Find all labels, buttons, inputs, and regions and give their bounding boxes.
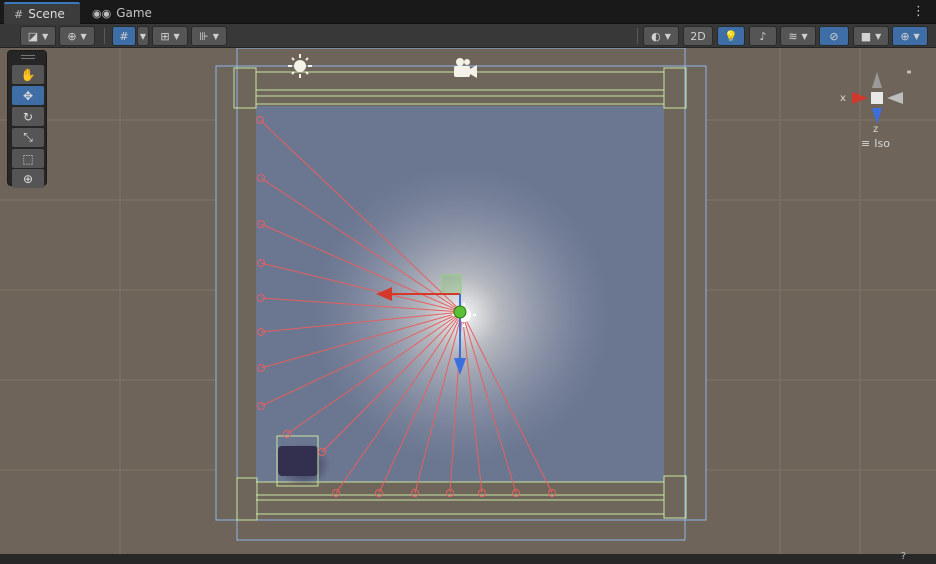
lighting-toggle-button[interactable]: 💡 (717, 26, 745, 46)
camera-icon: ■ (860, 29, 872, 43)
effects-button[interactable]: ≋ ▼ (780, 26, 816, 46)
tab-scene[interactable]: # Scene (4, 2, 80, 24)
scale-icon: ⤡ (23, 130, 33, 144)
gizmo-x-cone[interactable] (852, 92, 868, 104)
unity-scene-window: # Scene ◉◉ Game ⋮ ◪▼ ⊕▼ # ▼ ⊞▼ ⊪▼ ◐ (0, 0, 936, 564)
chevron-down-icon: ▼ (664, 31, 671, 41)
eye-slash-icon: ⊘ (829, 29, 839, 43)
effects-layers-icon: ≋ (788, 29, 798, 43)
chevron-down-icon: ▼ (173, 31, 180, 41)
rect-tool-button[interactable]: ⬚ (12, 149, 44, 168)
chevron-down-icon: ▼ (139, 31, 147, 41)
camera-settings-button[interactable]: ■ ▼ (853, 26, 889, 46)
dark-object[interactable] (278, 446, 318, 476)
orientation-gizmo[interactable]: x z (838, 68, 918, 148)
gizmo-z-cone[interactable] (872, 108, 882, 124)
camera-object-icon[interactable] (454, 58, 477, 78)
grid-snap-button[interactable]: # (112, 26, 136, 46)
increment-snap-button[interactable]: ⊪ ▼ (191, 26, 227, 46)
draw-mode-icon: ◪ (27, 29, 39, 43)
more-options-icon[interactable]: ⋮ (912, 4, 925, 19)
rect-icon: ⬚ (22, 151, 34, 166)
chevron-down-icon: ▼ (212, 31, 219, 41)
gizmos-sphere-icon: ⊕ (900, 29, 910, 43)
grid-icon: # (14, 7, 24, 21)
chevron-down-icon: ▼ (801, 31, 808, 41)
transform-tool-button[interactable]: ⊕ (12, 169, 44, 188)
grid-snap-icon: # (119, 29, 129, 43)
audio-toggle-button[interactable]: ♪ (749, 26, 777, 46)
chevron-down-icon: ▼ (80, 31, 87, 41)
move-plane-handle[interactable] (441, 274, 462, 295)
chevron-down-icon: ▼ (42, 31, 49, 41)
chevron-down-icon: ▼ (875, 31, 882, 41)
scene-canvas[interactable] (0, 48, 936, 554)
tab-bar: # Scene ◉◉ Game ⋮ (0, 0, 936, 24)
palette-grip-icon[interactable] (21, 55, 35, 59)
tab-scene-label: Scene (28, 7, 65, 21)
move-tool-button[interactable]: ✥ (12, 86, 44, 105)
rotate-icon: ↻ (22, 109, 34, 124)
grid-visibility-icon: ⊞ (160, 29, 170, 43)
audio-mute-icon: ♪ (759, 29, 767, 43)
gizmo-center-cube[interactable] (871, 92, 883, 104)
gizmo-neg-x-cone[interactable] (887, 92, 903, 104)
scene-toolbar: ◪ ▼ ⊕ ▼ # ▼ ⊞ ▼ ⊪ ▼ ◐ ▼ 2D 💡 ♪ ≋ ▼ ⊘ ■ ▼… (0, 24, 936, 48)
hamburger-icon: ≡ (861, 137, 871, 150)
shading-mode-button[interactable]: ◐ ▼ (643, 26, 679, 46)
toolbar-separator (637, 28, 638, 44)
status-icon: ? (900, 551, 906, 562)
tab-game-label: Game (116, 6, 152, 20)
increment-snap-icon: ⊪ (199, 29, 209, 43)
toolbar-separator (104, 28, 105, 44)
grid-visibility-button[interactable]: ⊞ ▼ (152, 26, 188, 46)
global-local-button[interactable]: ⊕ ▼ (59, 26, 95, 46)
tool-palette: ✋ ✥ ↻ ⤡ ⬚ ⊕ (7, 50, 47, 188)
hand-tool-button[interactable]: ✋ (12, 65, 44, 84)
status-bar: ? (0, 551, 936, 564)
shading-sphere-icon: ◐ (651, 29, 661, 43)
tab-game[interactable]: ◉◉ Game (82, 2, 152, 24)
move-center-handle[interactable] (453, 305, 467, 319)
draw-mode-button[interactable]: ◪ ▼ (20, 26, 56, 46)
gizmo-x-label: x (840, 93, 846, 104)
lightbulb-icon: 💡 (724, 29, 738, 43)
gamepad-icon: ◉◉ (92, 6, 112, 20)
scene-viewport[interactable]: x z ≡ Iso ✋ ✥ ↻ ⤡ ⬚ ⊕ (0, 48, 936, 554)
scale-tool-button[interactable]: ⤡ (12, 128, 44, 147)
gizmo-y-cone[interactable] (872, 72, 882, 88)
toggle-2d-button[interactable]: 2D (683, 26, 713, 46)
globe-icon: ⊕ (67, 29, 77, 43)
toggle-2d-label: 2D (690, 29, 706, 43)
hand-icon: ✋ (20, 67, 36, 82)
gizmos-button[interactable]: ⊕ ▼ (892, 26, 928, 46)
rotate-tool-button[interactable]: ↻ (12, 107, 44, 126)
transform-icon: ⊕ (22, 171, 34, 186)
move-icon: ✥ (22, 88, 34, 103)
projection-toggle[interactable]: ≡ Iso (861, 137, 890, 150)
projection-label: Iso (874, 137, 890, 150)
grid-snap-dropdown[interactable]: ▼ (137, 26, 149, 46)
gizmo-z-label: z (873, 124, 878, 135)
hidden-objects-toggle[interactable]: ⊘ (819, 26, 849, 46)
chevron-down-icon: ▼ (913, 31, 920, 41)
